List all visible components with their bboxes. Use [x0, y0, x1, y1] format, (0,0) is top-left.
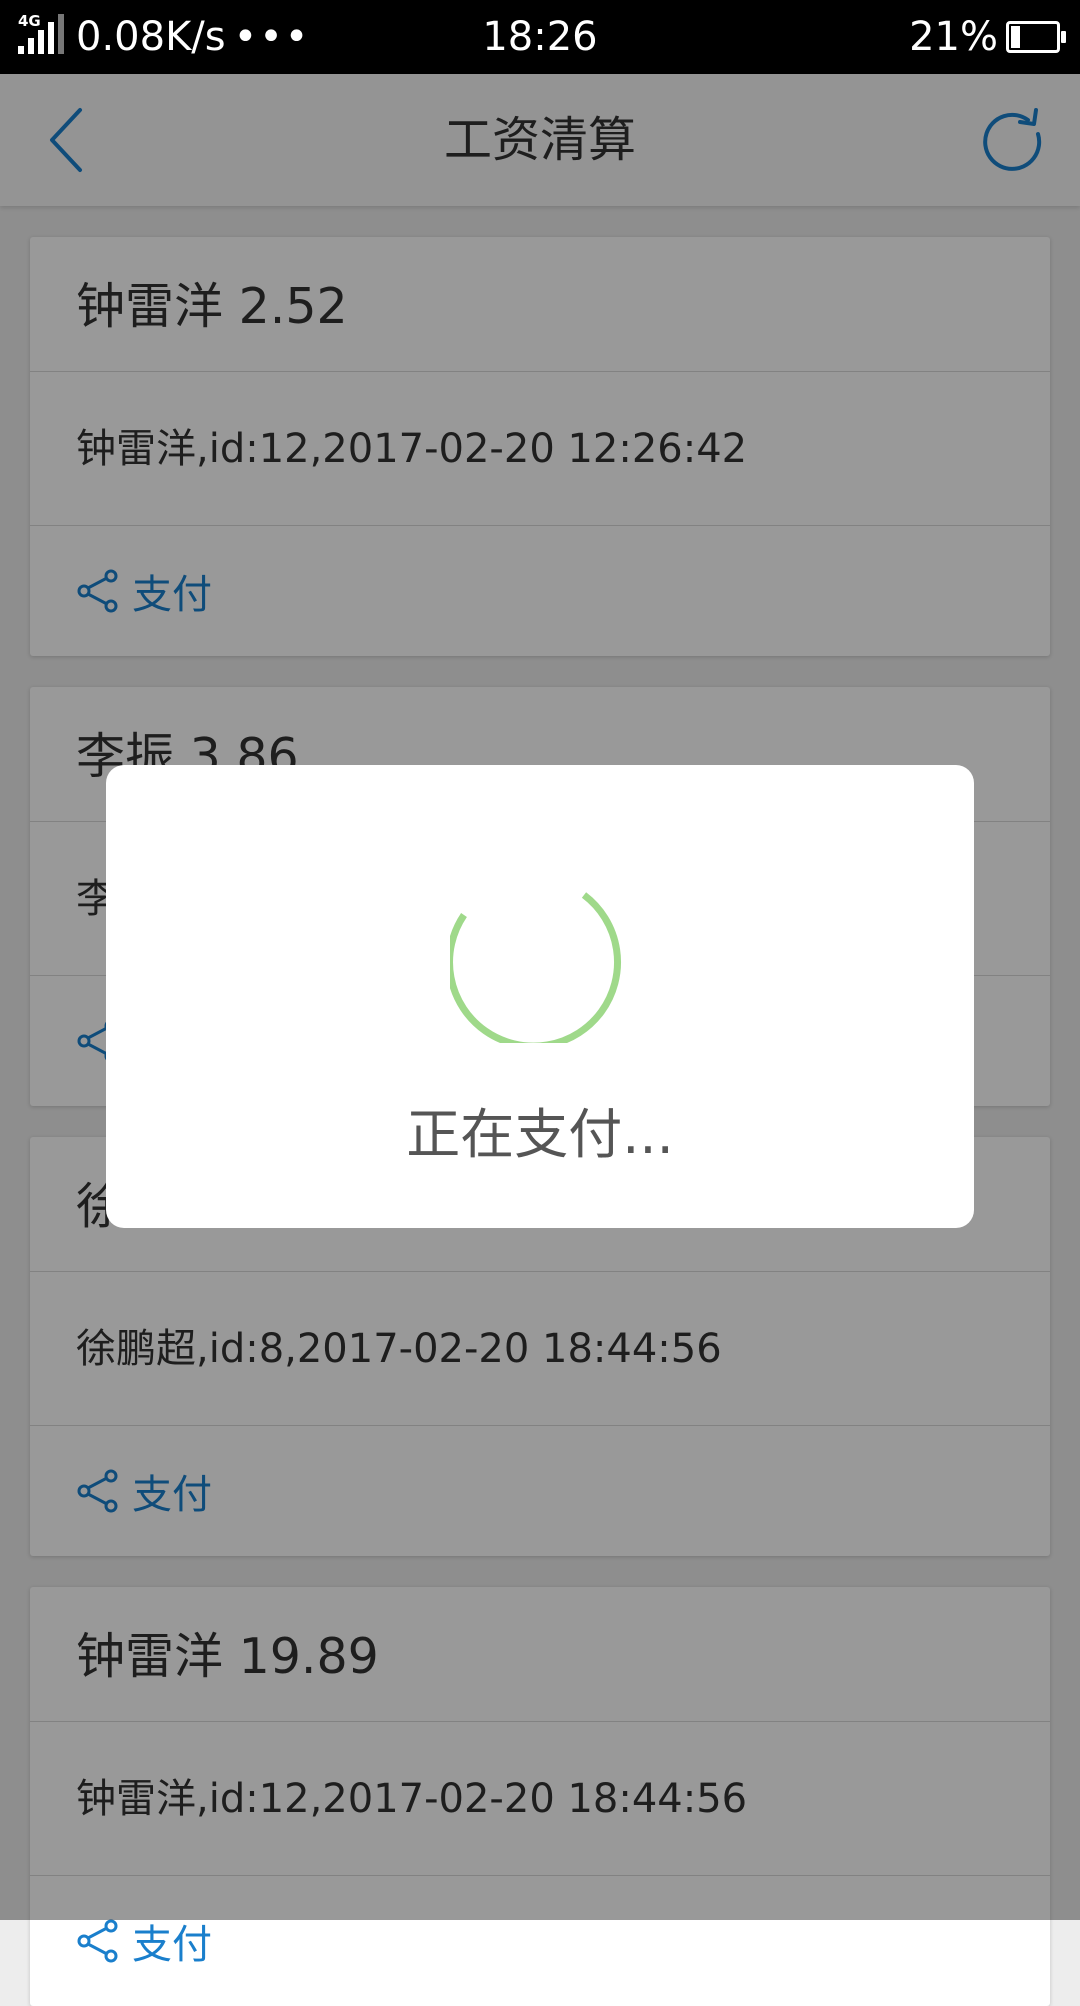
pay-button[interactable]: 支付: [76, 1912, 212, 1970]
share-icon: [77, 1919, 118, 1963]
status-right: 21%: [909, 0, 1066, 74]
loading-dialog: 正在支付...: [106, 765, 974, 1228]
battery-icon: [1006, 21, 1066, 53]
loading-spinner-icon: [450, 892, 621, 1043]
battery-level: [1011, 26, 1020, 48]
battery-percent: 21%: [909, 14, 998, 60]
status-bar: 4G 0.08K/s ••• 18:26 21%: [0, 0, 1080, 74]
pay-label: 支付: [132, 1922, 212, 1968]
loading-message: 正在支付...: [406, 1103, 674, 1166]
